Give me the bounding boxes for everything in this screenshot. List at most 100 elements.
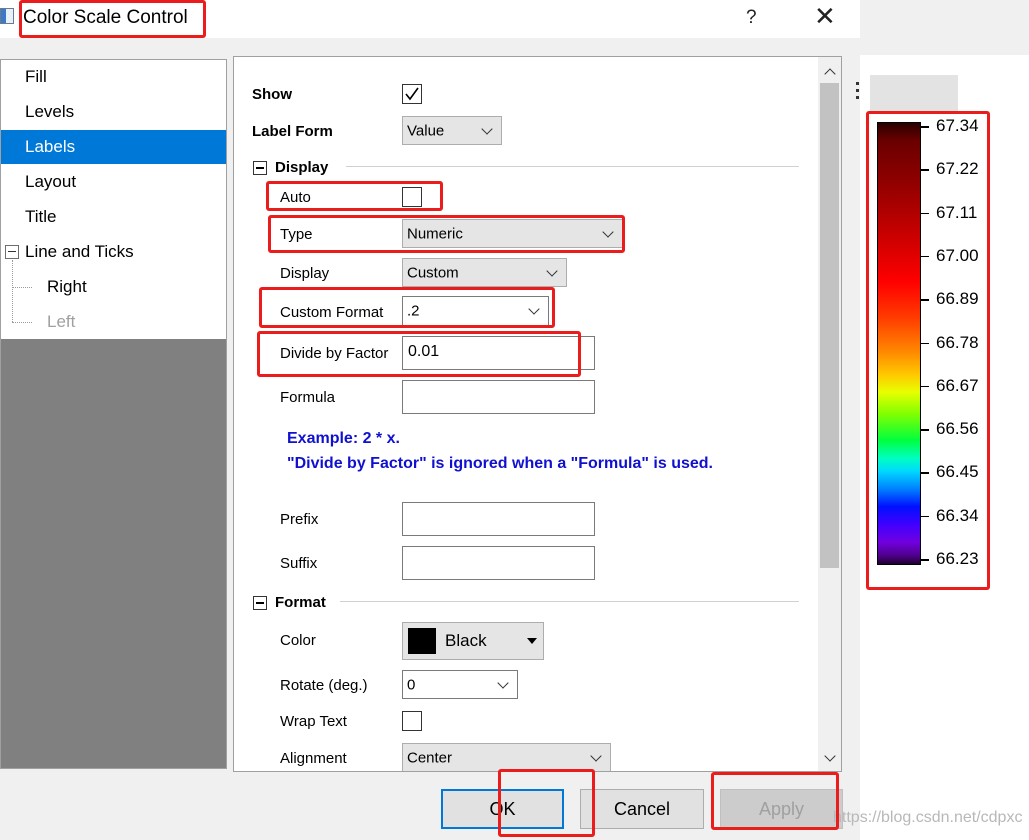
chevron-down-icon bbox=[481, 123, 493, 135]
colorbar-tick bbox=[921, 212, 929, 215]
tree-item-label: Left bbox=[47, 312, 76, 331]
type-value: Numeric bbox=[407, 225, 463, 242]
wrap-text-label: Wrap Text bbox=[280, 713, 347, 730]
alignment-value: Center bbox=[407, 749, 453, 766]
tree-item-label: Line and Ticks bbox=[25, 242, 134, 261]
graph-toolbar-strip bbox=[860, 0, 1029, 55]
auto-label: Auto bbox=[280, 189, 311, 206]
tree-item-label: Levels bbox=[25, 102, 75, 121]
colorbar-tick-label: 66.56 bbox=[936, 419, 979, 439]
chevron-down-icon bbox=[528, 303, 540, 315]
colorbar-tick bbox=[921, 299, 929, 301]
format-group-collapse-icon[interactable] bbox=[253, 596, 267, 610]
group-divider bbox=[340, 601, 799, 602]
colorbar-tick-label: 66.89 bbox=[936, 289, 979, 309]
alignment-select[interactable]: Center bbox=[402, 743, 611, 771]
type-select[interactable]: Numeric bbox=[402, 219, 623, 248]
colorbar-tick bbox=[921, 169, 929, 171]
color-scale-control-dialog: Color Scale Control ? ✕ Fill Levels Labe… bbox=[0, 0, 860, 840]
custom-format-label: Custom Format bbox=[280, 304, 384, 321]
colorbar-tick bbox=[921, 385, 929, 388]
wrap-text-checkbox[interactable] bbox=[402, 711, 422, 731]
tree-item-label: Title bbox=[25, 207, 57, 226]
colorbar-tick bbox=[921, 429, 929, 431]
type-label: Type bbox=[280, 226, 313, 243]
suffix-label: Suffix bbox=[280, 555, 318, 572]
colorbar-tick bbox=[921, 472, 929, 474]
tree-item-right[interactable]: Right bbox=[1, 270, 226, 304]
dropdown-arrow-icon bbox=[527, 638, 537, 644]
checkmark-icon bbox=[405, 87, 419, 101]
watermark-text: https://blog.csdn.net/cdpxc bbox=[833, 809, 1023, 826]
scrollbar-thumb[interactable] bbox=[820, 83, 839, 568]
tree-item-fill[interactable]: Fill bbox=[1, 60, 226, 94]
chevron-down-icon bbox=[590, 750, 602, 762]
custom-format-combobox[interactable]: .2 bbox=[402, 296, 549, 326]
auto-checkbox[interactable] bbox=[402, 187, 422, 207]
rotate-value: 0 bbox=[407, 676, 416, 693]
colorbar-tick-label: 66.45 bbox=[936, 462, 979, 482]
colorbar-tick bbox=[921, 126, 929, 128]
colorbar-tick bbox=[921, 515, 929, 518]
note-example: Example: 2 * x. bbox=[287, 430, 400, 447]
rotate-label: Rotate (deg.) bbox=[280, 677, 368, 694]
colorbar-tick-label: 67.00 bbox=[936, 245, 979, 265]
chevron-down-icon bbox=[602, 226, 614, 238]
rotate-combobox[interactable]: 0 bbox=[402, 670, 518, 699]
chevron-down-icon bbox=[497, 677, 509, 689]
format-group-title: Format bbox=[275, 594, 326, 611]
colorbar-tick bbox=[921, 559, 929, 561]
alignment-label: Alignment bbox=[280, 750, 347, 767]
app-icon bbox=[0, 8, 14, 24]
formula-label: Formula bbox=[280, 389, 336, 406]
colorbar-tick-label: 67.34 bbox=[936, 116, 979, 135]
suffix-input[interactable] bbox=[402, 546, 595, 580]
colorbar-tick-label: 67.11 bbox=[936, 202, 978, 222]
prefix-label: Prefix bbox=[280, 511, 319, 528]
help-button[interactable]: ? bbox=[746, 7, 757, 29]
color-swatch bbox=[408, 628, 436, 654]
divide-by-factor-label: Divide by Factor bbox=[280, 345, 389, 362]
tree-item-left: Left bbox=[1, 305, 226, 339]
tree-item-label: Labels bbox=[25, 137, 76, 156]
color-value: Black bbox=[445, 631, 487, 650]
display-group-collapse-icon[interactable] bbox=[253, 161, 267, 175]
divide-by-factor-input[interactable]: 0.01 bbox=[402, 336, 595, 370]
formula-input[interactable] bbox=[402, 380, 595, 414]
tree-item-label: Fill bbox=[25, 67, 47, 86]
label-form-label: Label Form bbox=[252, 123, 333, 140]
ok-button[interactable]: OK bbox=[441, 789, 564, 829]
cancel-button[interactable]: Cancel bbox=[580, 789, 704, 829]
prefix-input[interactable] bbox=[402, 502, 595, 536]
colorbar-tick-label: 66.78 bbox=[936, 332, 979, 352]
tree-item-label: Right bbox=[47, 277, 87, 296]
display-label: Display bbox=[280, 265, 330, 282]
group-divider bbox=[346, 166, 799, 167]
close-icon[interactable]: ✕ bbox=[814, 2, 836, 32]
tree-list-area: Fill Levels Labels Layout Title Line and… bbox=[1, 60, 226, 339]
show-checkbox[interactable] bbox=[402, 84, 422, 104]
colorbar-tick-label: 66.34 bbox=[936, 505, 979, 525]
colorbar-tick-label: 66.67 bbox=[936, 375, 979, 395]
label-form-select[interactable]: Value bbox=[402, 116, 502, 145]
display-group-title: Display bbox=[275, 159, 329, 176]
display-select[interactable]: Custom bbox=[402, 258, 567, 287]
blurred-content bbox=[870, 75, 958, 111]
colorbar-tick bbox=[921, 255, 929, 258]
window-title: Color Scale Control bbox=[23, 7, 188, 28]
display-value: Custom bbox=[407, 264, 459, 281]
chevron-down-icon bbox=[546, 265, 558, 277]
labels-property-panel: Show Label Form Value Display Auto Type … bbox=[233, 56, 842, 772]
apply-button[interactable]: Apply bbox=[720, 789, 843, 829]
tree-item-line-and-ticks[interactable]: Line and Ticks bbox=[1, 235, 226, 269]
menu-dots-icon bbox=[856, 82, 859, 85]
tree-item-layout[interactable]: Layout bbox=[1, 165, 226, 199]
color-select[interactable]: Black bbox=[402, 622, 544, 660]
label-form-value: Value bbox=[407, 122, 445, 139]
tree-item-label: Layout bbox=[25, 172, 77, 191]
tree-item-levels[interactable]: Levels bbox=[1, 95, 226, 129]
tree-item-labels[interactable]: Labels bbox=[1, 130, 226, 164]
tree-item-title[interactable]: Title bbox=[1, 200, 226, 234]
colorbar-tick-label: 66.23 bbox=[936, 549, 979, 568]
note-divide-ignored: "Divide by Factor" is ignored when a "Fo… bbox=[287, 455, 713, 472]
